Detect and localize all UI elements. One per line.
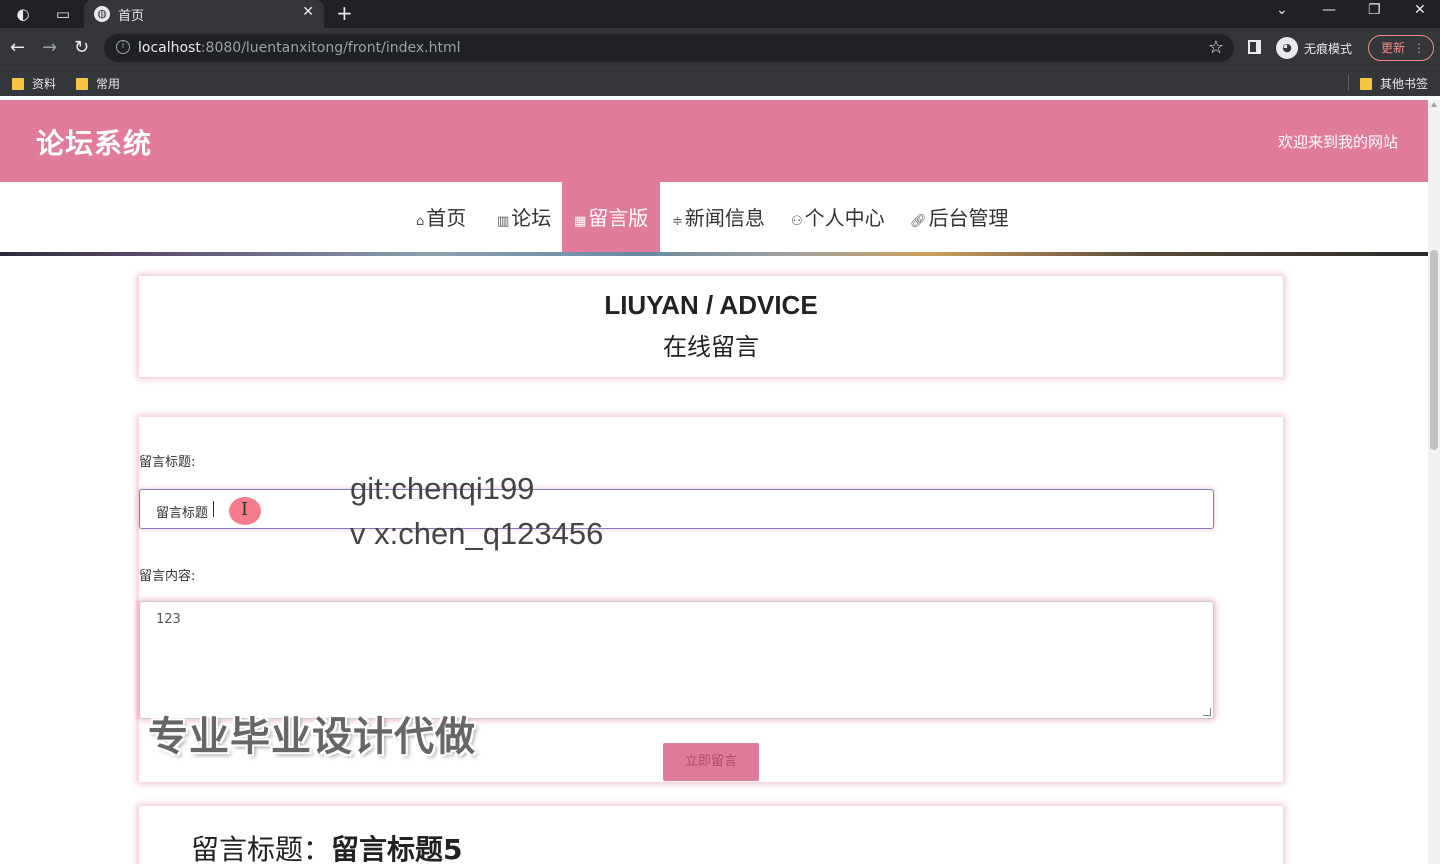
content-value: 123 [156, 612, 181, 627]
news-icon: ≑ [672, 214, 683, 229]
incognito-indicator[interactable]: ◕ 无痕模式 [1276, 37, 1352, 59]
menu-dots-icon[interactable]: ⋮ [1413, 36, 1425, 60]
bookmark-folder-changyong[interactable]: 常用 [76, 75, 120, 92]
content-textarea[interactable]: 123 [139, 601, 1214, 719]
close-window-icon[interactable]: ✕ [1414, 2, 1426, 18]
scroll-thumb[interactable] [1430, 250, 1438, 450]
message-title-value: 留言标题5 [331, 833, 463, 864]
home-icon: ⌂ [416, 214, 425, 229]
section-title-cn: 在线留言 [663, 333, 759, 361]
message-title: 留言标题：留言标题5 [191, 828, 463, 864]
minimize-icon[interactable]: — [1322, 2, 1336, 18]
section-heading-card: LIUYAN / ADVICE 在线留言 [139, 276, 1283, 377]
nav-home[interactable]: ⌂ 首页 [416, 182, 466, 254]
resize-grip-icon[interactable] [1203, 708, 1211, 716]
folder-icon [12, 77, 24, 90]
tab-search-icon[interactable]: ▭ [54, 5, 72, 23]
bookmark-folder-ziliao[interactable]: 资料 [12, 75, 56, 92]
nav-label: 首页 [426, 206, 467, 230]
nav-admin[interactable]: 🔗︎ 后台管理 [910, 182, 1009, 254]
nav-profile[interactable]: ⚇ 个人中心 [791, 182, 885, 254]
title-input[interactable]: 留言标题 [139, 489, 1214, 529]
globe-icon: ◍ [94, 6, 110, 22]
gift-icon: ▦ [574, 214, 587, 229]
watermark-ad: 专业毕业设计代做 [148, 714, 476, 760]
bookmark-star-icon[interactable]: ☆ [1208, 37, 1224, 58]
bookmark-label: 资料 [32, 77, 57, 91]
folder-icon [1360, 77, 1372, 90]
update-button[interactable]: 更新 ⋮ [1368, 35, 1434, 61]
title-label: 留言标题: [139, 455, 196, 470]
incognito-icon: ◕ [1276, 37, 1298, 59]
content-label: 留言内容: [139, 569, 196, 584]
nav-forum[interactable]: ▥ 论坛 [497, 182, 551, 254]
update-label: 更新 [1381, 41, 1406, 55]
nav-guestbook[interactable]: ▦ 留言版 [562, 182, 660, 254]
title-input-value: 留言标题 [156, 506, 209, 521]
back-icon[interactable]: ← [10, 37, 25, 59]
side-panel-icon[interactable] [1248, 40, 1261, 54]
new-tab-button[interactable]: + [336, 1, 353, 25]
section-title-en: LIUYAN / ADVICE [604, 290, 818, 320]
user-icon: ⚇ [791, 214, 803, 229]
close-tab-icon[interactable]: ✕ [302, 4, 314, 20]
message-title-prefix: 留言标题： [191, 833, 332, 864]
tab-list-icon[interactable]: ⌄ [1276, 2, 1288, 18]
scroll-up-icon[interactable] [1431, 102, 1437, 107]
watermark-vx: v x:chen_q123456 [350, 516, 604, 551]
nav-label: 个人中心 [804, 206, 885, 230]
restore-icon[interactable]: ❐ [1368, 2, 1381, 18]
tab-title: 首页 [118, 9, 145, 24]
forward-icon[interactable]: → [42, 37, 57, 59]
nav-label: 后台管理 [928, 206, 1009, 230]
address-toolbar: ← → ↻ i localhost:8080/luentanxitong/fro… [0, 28, 1440, 68]
watermark-contact: git:chenqi199 v x:chen_q123456 [350, 466, 603, 556]
nav-label: 新闻信息 [684, 206, 765, 230]
bookmark-label: 其他书签 [1380, 77, 1429, 91]
link-icon: 🔗︎ [910, 214, 927, 229]
welcome-text: 欢迎来到我的网站 [1277, 133, 1398, 151]
browser-tab[interactable]: ◍ 首页 ✕ [84, 0, 324, 28]
profile-icon[interactable]: ◐ [14, 5, 32, 23]
web-page: 论坛系统 欢迎来到我的网站 ⌂ 首页 ▥ 论坛 ▦ 留言版 ≑ 新闻信息 ⚇ 个人中心 🔗… [0, 100, 1428, 864]
bookmarks-bar: 资料 常用 其他书签 [0, 68, 1440, 96]
nav-divider [0, 252, 1428, 256]
site-header: 论坛系统 欢迎来到我的网站 [0, 100, 1428, 182]
site-title: 论坛系统 [36, 127, 153, 160]
main-nav: ⌂ 首页 ▥ 论坛 ▦ 留言版 ≑ 新闻信息 ⚇ 个人中心 🔗︎ 后台管理 [0, 182, 1428, 254]
forum-icon: ▥ [497, 214, 510, 229]
folder-icon [76, 77, 88, 90]
site-info-icon[interactable]: i [116, 40, 130, 54]
page-scrollbar[interactable] [1428, 100, 1440, 864]
submit-button[interactable]: 立即留言 [663, 743, 759, 781]
browser-tabbar: ◐ ▭ ◍ 首页 ✕ + ⌄ — ❐ ✕ [0, 0, 1440, 28]
text-cursor-icon: I [241, 499, 249, 520]
bookmark-separator [1348, 75, 1349, 91]
nav-label: 留言版 [588, 206, 649, 230]
reload-icon[interactable]: ↻ [74, 37, 89, 59]
nav-news[interactable]: ≑ 新闻信息 [672, 182, 765, 254]
url-field[interactable]: i localhost:8080/luentanxitong/front/ind… [104, 34, 1234, 62]
url-path: :8080/luentanxitong/front/index.html [200, 40, 461, 56]
url-host: localhost [138, 40, 201, 56]
message-list-item: 留言标题：留言标题5 [139, 806, 1283, 864]
nav-label: 论坛 [511, 206, 552, 230]
watermark-git: git:chenqi199 [350, 471, 535, 506]
text-caret [213, 501, 214, 517]
incognito-label: 无痕模式 [1304, 41, 1353, 56]
bookmark-folder-other[interactable]: 其他书签 [1360, 75, 1428, 92]
bookmark-label: 常用 [96, 77, 121, 91]
